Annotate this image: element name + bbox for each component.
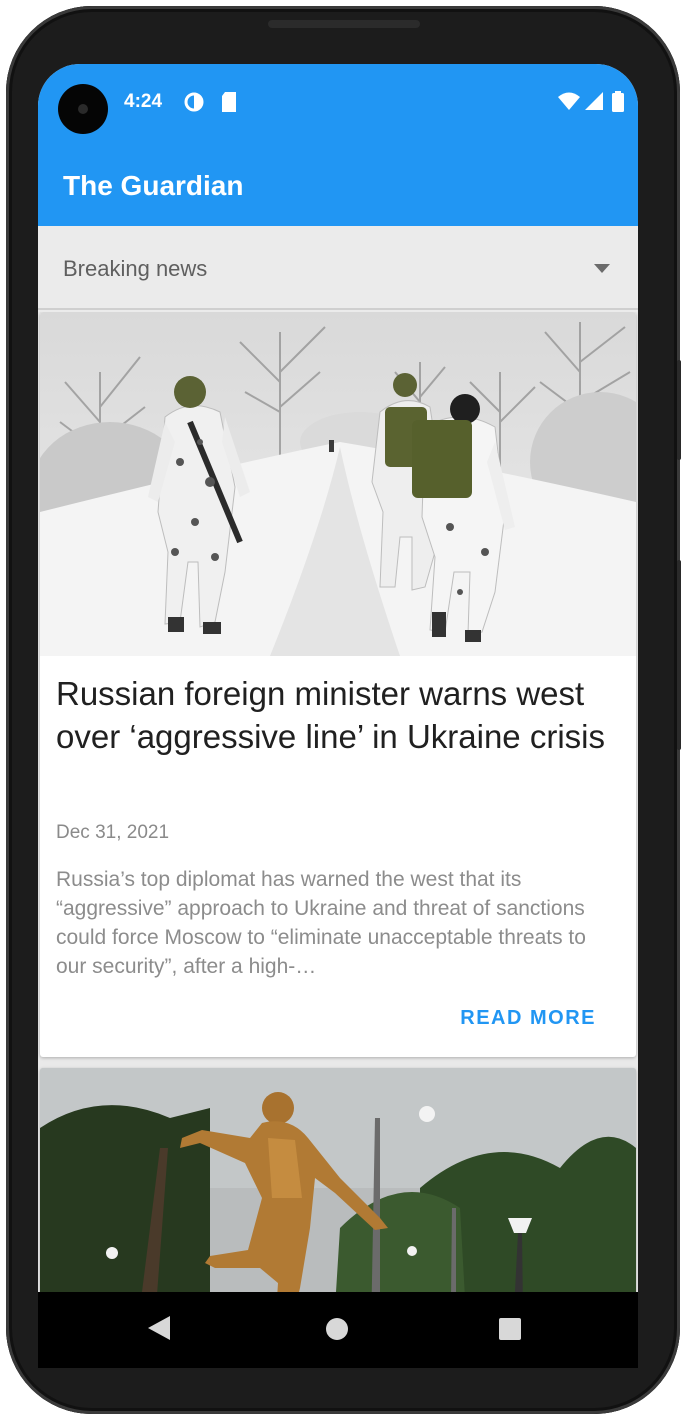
front-camera <box>58 84 108 134</box>
section-dropdown[interactable]: Breaking news <box>38 226 638 310</box>
recents-icon[interactable] <box>499 1318 521 1340</box>
section-dropdown-value: Breaking news <box>63 256 208 281</box>
cell-signal-icon <box>585 92 603 110</box>
app-title: The Guardian <box>63 170 244 201</box>
news-feed[interactable]: Russian foreign minister warns west over… <box>38 312 638 1364</box>
wifi-icon <box>558 92 580 110</box>
side-button <box>677 360 681 460</box>
article-headline[interactable]: Russian foreign minister warns west over… <box>56 672 616 758</box>
screen: 4:24 The Guardian Breaking news Russian … <box>38 64 638 1364</box>
soldiers-in-snow-photo <box>40 312 636 656</box>
home-icon[interactable] <box>326 1318 348 1340</box>
article-snippet: Russia’s top diplomat has warned the wes… <box>56 868 586 978</box>
earpiece-speaker <box>268 20 420 28</box>
status-bar: 4:24 <box>38 64 638 142</box>
app-bar: The Guardian <box>38 142 638 226</box>
back-icon[interactable] <box>148 1316 170 1340</box>
status-time: 4:24 <box>124 91 163 112</box>
data-saver-icon <box>184 92 204 112</box>
navigation-bar <box>38 1292 638 1368</box>
article-date: Dec 31, 2021 <box>56 822 170 843</box>
read-more-button[interactable]: READ MORE <box>460 1007 596 1030</box>
battery-icon <box>612 91 624 112</box>
article-card[interactable]: Russian foreign minister warns west over… <box>40 312 636 1057</box>
dropdown-arrow-icon <box>594 264 610 273</box>
volume-button <box>677 560 681 750</box>
sd-card-icon <box>222 92 236 112</box>
